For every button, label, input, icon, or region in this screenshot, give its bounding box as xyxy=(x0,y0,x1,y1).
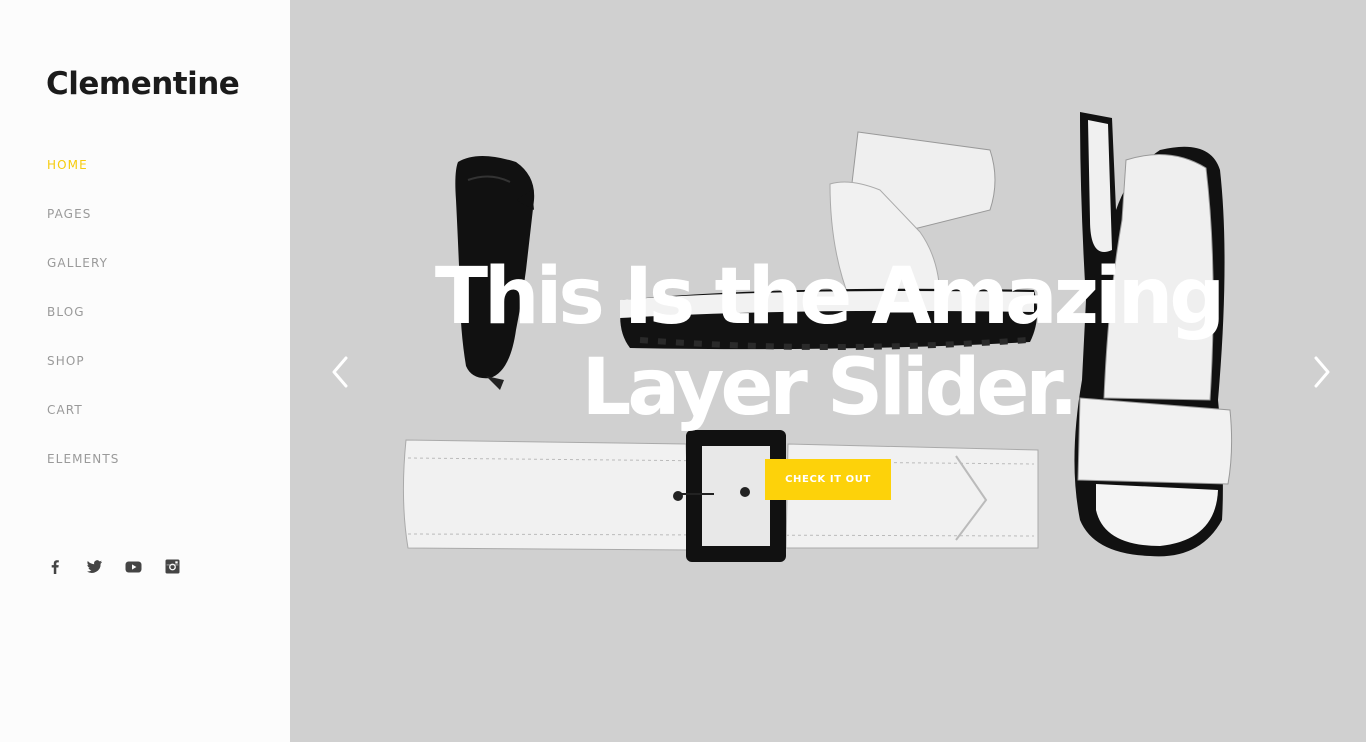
slider-headline-line-1: This Is the Amazing xyxy=(434,252,1225,342)
slider-next-button[interactable] xyxy=(1308,352,1336,392)
nav-item-blog[interactable]: BLOG xyxy=(47,304,85,320)
nav-item-elements[interactable]: ELEMENTS xyxy=(47,451,120,467)
main-nav: HOME PAGES GALLERY BLOG SHOP CART ELEMEN… xyxy=(47,156,120,499)
check-it-out-button[interactable]: CHECK IT OUT xyxy=(765,459,891,500)
belt-image xyxy=(402,430,1039,562)
nav-item-gallery[interactable]: GALLERY xyxy=(47,255,108,271)
nav-item-cart[interactable]: CART xyxy=(47,402,83,418)
facebook-icon[interactable] xyxy=(46,557,65,576)
slider-headline: This Is the Amazing Layer Slider. xyxy=(290,252,1366,434)
nav-item-home[interactable]: HOME xyxy=(47,157,88,173)
instagram-icon[interactable] xyxy=(163,557,182,576)
sidebar: Clementine HOME PAGES GALLERY BLOG SHOP … xyxy=(0,0,290,742)
slider-headline-line-2: Layer Slider. xyxy=(581,343,1079,433)
nav-item-pages[interactable]: PAGES xyxy=(47,206,91,222)
hero-slider: This Is the Amazing Layer Slider. CHECK … xyxy=(290,0,1366,742)
chevron-left-icon xyxy=(332,356,348,388)
site-logo[interactable]: Clementine xyxy=(46,66,240,102)
twitter-icon[interactable] xyxy=(85,557,104,576)
chevron-right-icon xyxy=(1314,356,1330,388)
slider-prev-button[interactable] xyxy=(326,352,354,392)
youtube-icon[interactable] xyxy=(124,557,143,576)
nav-item-shop[interactable]: SHOP xyxy=(47,353,85,369)
social-links xyxy=(46,557,182,576)
